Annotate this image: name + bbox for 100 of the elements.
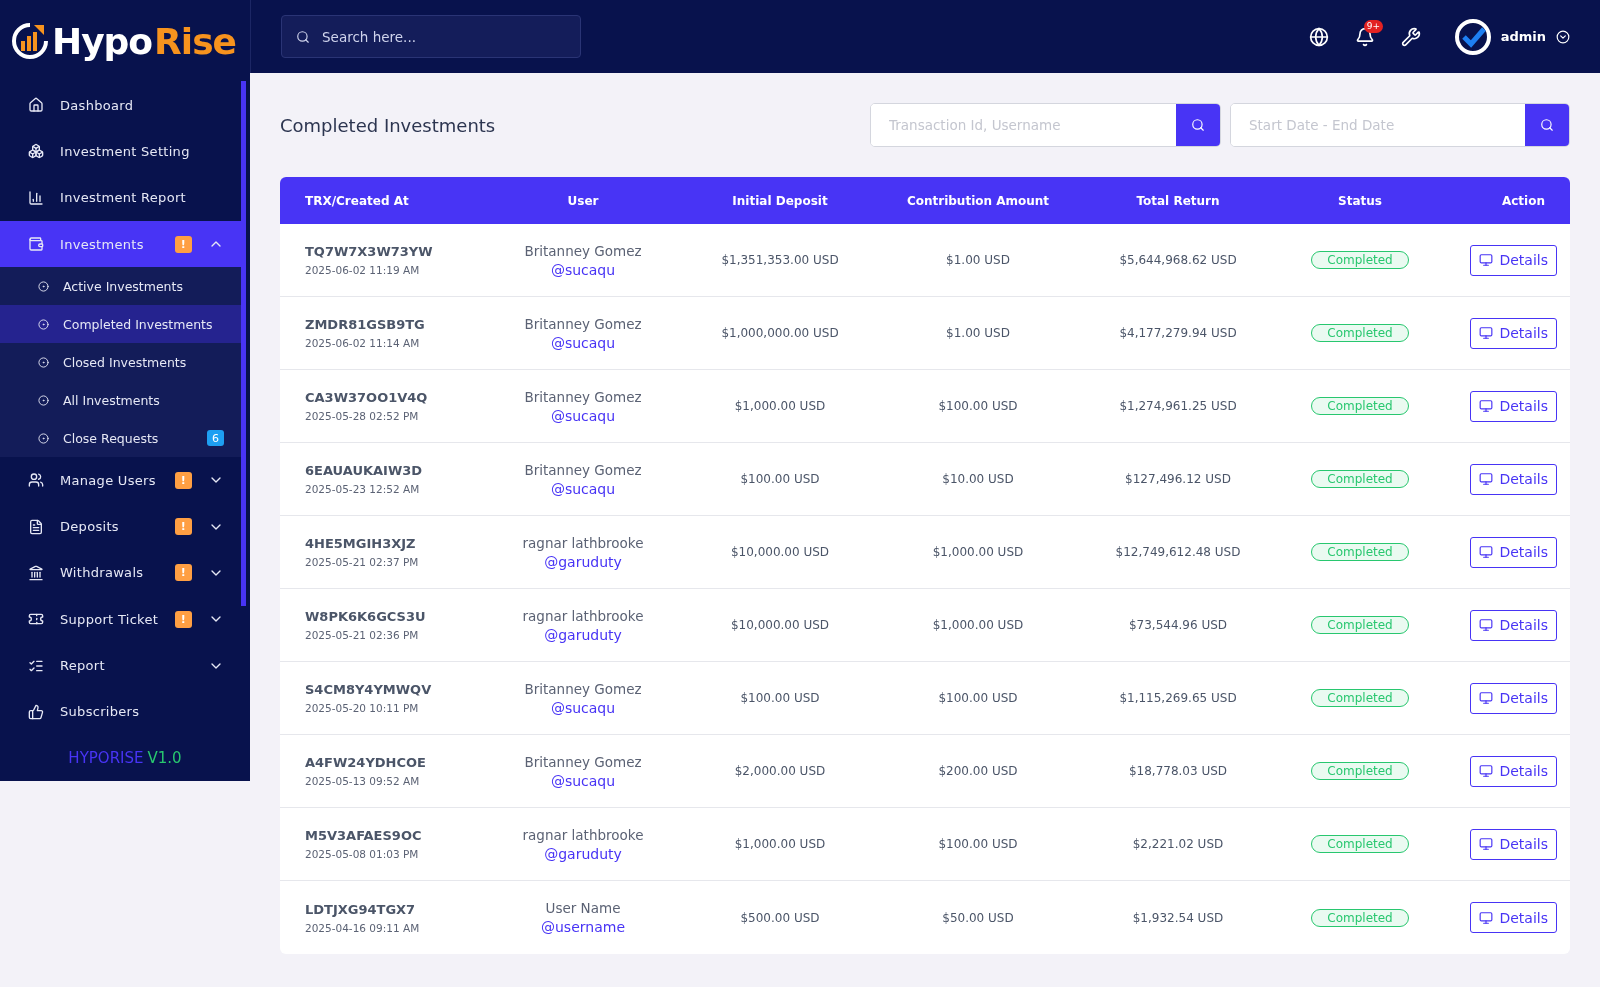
table-cell: $10,000.00 USD [730,545,830,559]
table-cell: $100.00 USD [938,837,1018,851]
search-icon [1540,118,1554,132]
username-link[interactable]: @sucaqu [550,480,616,497]
created-date: 2025-05-21 02:37 PM [305,556,419,568]
username-link[interactable]: @garuduty [544,553,622,570]
sidebar-item[interactable]: Subscribers [0,688,244,735]
count-badge: 6 [207,430,224,447]
table-cell: $1.00 USD [946,253,1010,267]
monitor-icon [1479,399,1494,413]
notification-badge: 9+ [1363,19,1383,33]
status-badge: Completed [1311,762,1409,780]
table-cell: $4,177,279.94 USD [1119,326,1237,340]
table-cell: $10,000.00 USD [730,618,830,632]
column-header: Status [1284,177,1436,224]
search-button[interactable] [1525,104,1569,146]
username-link[interactable]: @sucaqu [550,699,616,716]
status-badge: Completed [1311,835,1409,853]
scrollbar[interactable] [241,81,246,606]
column-header: Total Return [1072,177,1284,224]
username-link[interactable]: @sucaqu [550,772,616,789]
details-button[interactable]: Details [1470,317,1557,349]
created-date: 2025-05-21 02:36 PM [305,629,419,641]
sidebar-item[interactable]: Withdrawals ! [0,549,244,597]
filter-field[interactable]: Transaction Id, Username [870,103,1221,147]
status-badge: Completed [1311,324,1409,342]
sidebar-item[interactable]: Dashboard [0,82,244,129]
status-badge: Completed [1311,397,1409,415]
sidebar-item[interactable]: Manage Users ! [0,457,244,504]
created-date: 2025-06-02 11:14 AM [305,337,420,349]
submenu-item[interactable]: All Investments [0,381,244,420]
details-button[interactable]: Details [1470,902,1557,933]
alert-badge: ! [175,235,192,253]
username-link[interactable]: @garuduty [544,845,622,862]
details-button[interactable]: Details [1470,244,1557,276]
username-link[interactable]: @sucaqu [550,261,616,278]
transaction-id: 6EAUAUKAIW3D [305,463,423,478]
bank-icon [28,564,44,581]
table-cell: $1,274,961.25 USD [1119,399,1237,413]
table-cell: $1,000.00 USD [734,837,826,851]
chevron-down-icon[interactable] [1556,29,1570,44]
username-link[interactable]: @sucaqu [550,407,616,424]
search-field[interactable]: Search here... [281,15,581,58]
status-badge: Completed [1311,689,1409,707]
created-date: 2025-05-23 12:52 AM [305,483,420,495]
page-title: Completed Investments [280,114,497,136]
thumbs-up-icon [28,703,44,720]
brand-name: Hypo [52,20,153,62]
status-badge: Completed [1311,251,1409,269]
sidebar-item[interactable]: Report [0,642,244,689]
created-date: 2025-05-08 01:03 PM [305,848,419,860]
submenu-item[interactable]: Active Investments [0,267,244,306]
avatar[interactable] [1454,18,1491,55]
username-link[interactable]: @garuduty [544,626,622,643]
sidebar-item[interactable]: Investments ! [0,220,244,268]
search-button[interactable] [1176,104,1220,146]
status-badge: Completed [1311,543,1409,561]
details-button[interactable]: Details [1470,755,1557,787]
details-button[interactable]: Details [1470,463,1557,495]
user-name[interactable]: admin [1500,29,1546,44]
details-button[interactable]: Details [1470,390,1557,422]
monitor-icon [1479,472,1494,486]
app-name: HYPORISE [68,749,144,767]
search-icon [1191,118,1205,132]
transaction-id: LDTJXG94TGX7 [305,901,416,917]
username-link[interactable]: @username [541,919,625,935]
submenu-item[interactable]: Closed Investments [0,343,244,382]
table-cell: $100.00 USD [938,691,1018,705]
table-cell: $1,000.00 USD [734,399,826,413]
details-button[interactable]: Details [1470,682,1557,714]
user-name: ragnar lathbrooke [522,534,644,551]
search-icon [296,30,310,44]
table-cell: $100.00 USD [740,691,820,705]
user-name: Britanney Gomez [524,680,642,697]
column-header: Action [1436,177,1570,224]
transaction-id: ZMDR81GSB9TG [305,317,425,332]
details-button[interactable]: Details [1470,609,1557,641]
dot-icon [38,432,49,444]
table-cell: $12,749,612.48 USD [1115,545,1241,559]
table-cell: $73,544.96 USD [1128,618,1228,632]
globe-icon[interactable] [1308,26,1329,47]
submenu-item[interactable]: Close Requests 6 [0,419,244,458]
status-badge: Completed [1311,908,1409,927]
document-icon [28,518,44,535]
submenu-item[interactable]: Completed Investments [0,305,244,344]
dot-icon [38,318,49,330]
sidebar-item[interactable]: Investment Setting [0,128,244,175]
alert-badge: ! [175,610,192,628]
details-button[interactable]: Details [1470,828,1557,860]
filter-field[interactable]: Start Date - End Date [1230,103,1570,147]
sidebar-item[interactable]: Support Ticket ! [0,596,244,643]
alert-badge: ! [175,471,192,489]
sidebar-item[interactable]: Deposits ! [0,503,244,550]
sidebar-item[interactable]: Investment Report [0,174,244,221]
status-badge: Completed [1311,470,1409,488]
details-button[interactable]: Details [1470,536,1557,568]
username-link[interactable]: @sucaqu [550,334,616,351]
table-cell: $1,000,000.00 USD [721,326,839,340]
wrench-icon[interactable] [1400,26,1421,47]
created-date: 2025-06-02 11:19 AM [305,264,420,276]
